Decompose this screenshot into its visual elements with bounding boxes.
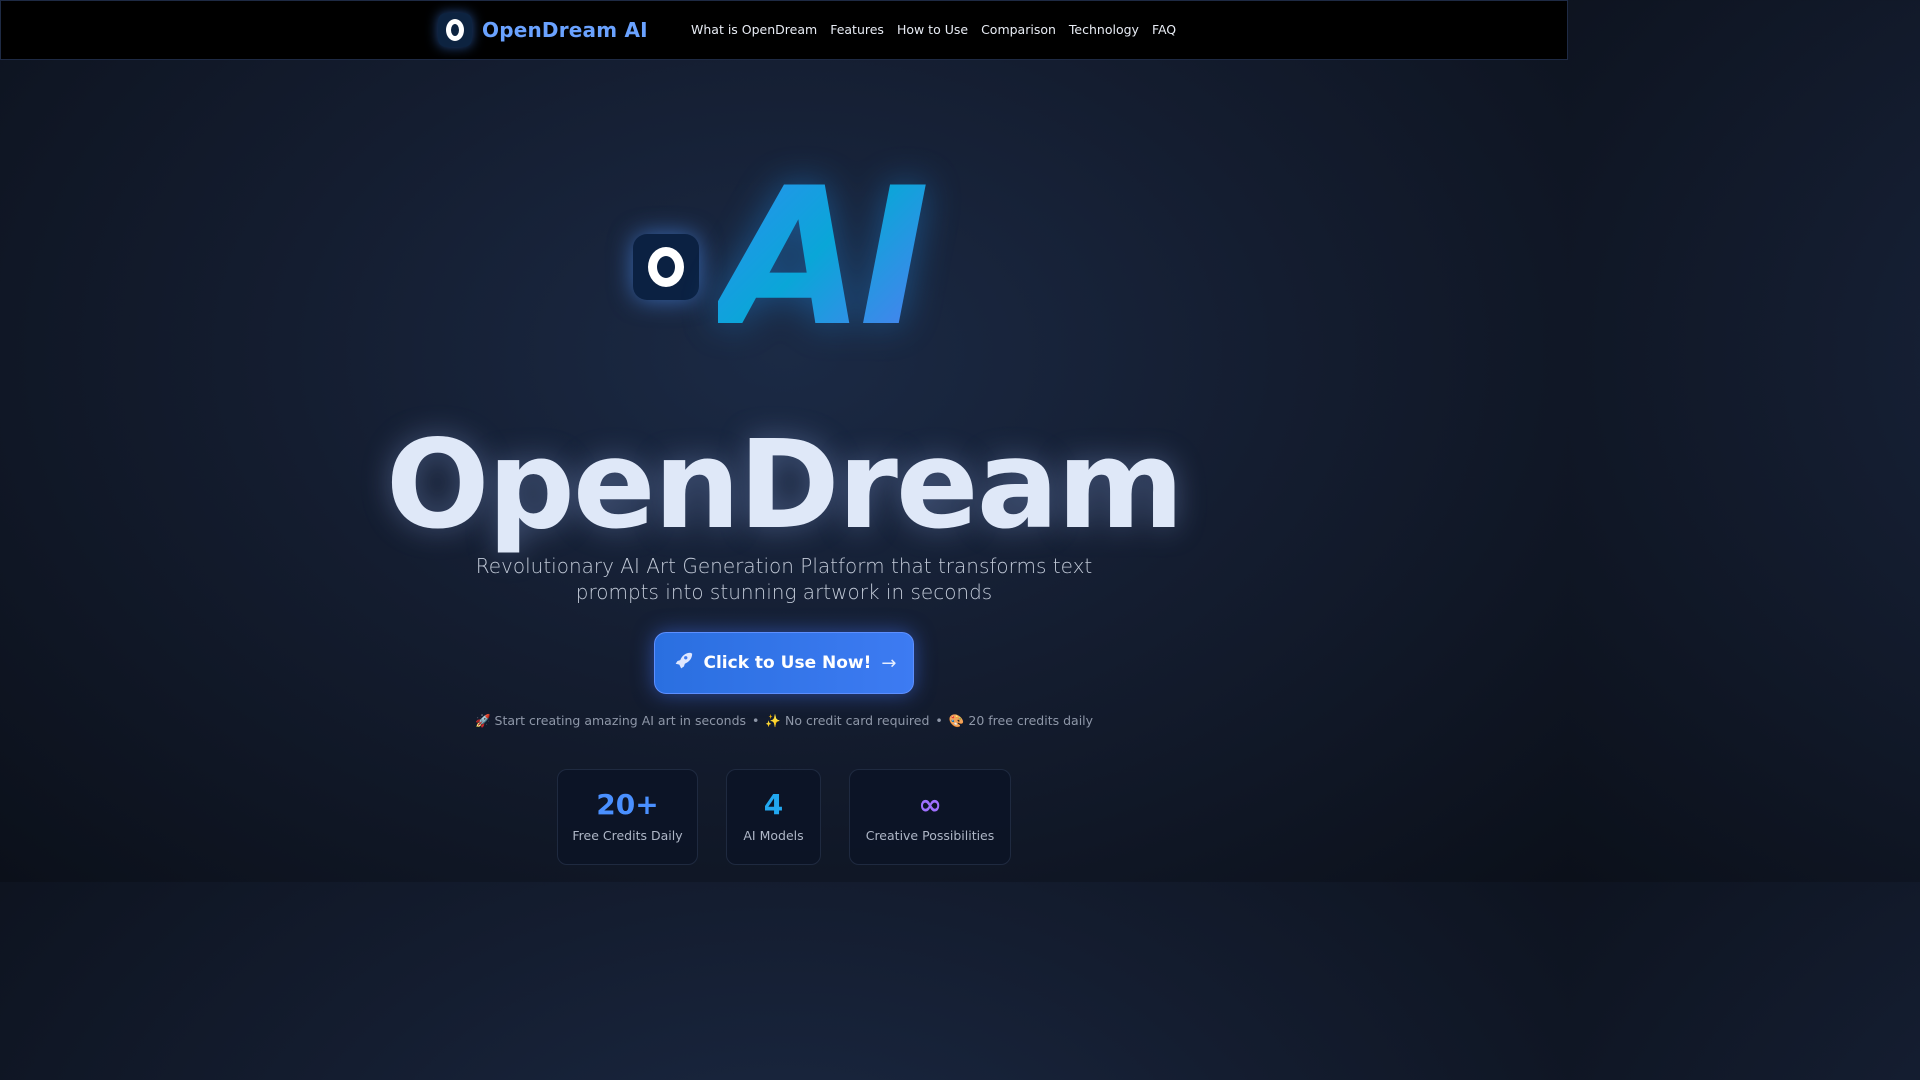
stat-card-models: 4 AI Models xyxy=(726,769,821,865)
hero-logo-icon xyxy=(633,234,699,300)
perks-line: 🚀 Start creating amazing AI art in second… xyxy=(0,713,1568,729)
nav-link-technology[interactable]: Technology xyxy=(1069,22,1139,37)
nav-link-faq[interactable]: FAQ xyxy=(1152,22,1176,37)
rocket-emoji-icon: 🚀 xyxy=(474,713,491,728)
arrow-right-icon: → xyxy=(881,652,897,674)
brand-name: OpenDream AI xyxy=(482,18,648,42)
sparkles-emoji-icon: ✨ xyxy=(765,713,781,728)
nav-link-what-is[interactable]: What is OpenDream xyxy=(691,22,817,37)
stat-value: 20+ xyxy=(596,788,659,821)
stat-label: AI Models xyxy=(743,828,804,843)
perk-separator: • xyxy=(935,713,943,728)
rocket-icon xyxy=(672,650,694,677)
perk-separator: • xyxy=(752,713,760,728)
hero-title: OpenDream xyxy=(385,414,1184,556)
nav-links: What is OpenDream Features How to Use Co… xyxy=(691,22,1176,37)
stat-card-credits: 20+ Free Credits Daily xyxy=(557,769,698,865)
stat-value: ∞ xyxy=(918,788,942,821)
nav-link-features[interactable]: Features xyxy=(830,22,884,37)
cta-button[interactable]: Click to Use Now! → xyxy=(654,632,914,694)
stat-label: Free Credits Daily xyxy=(572,828,683,843)
hero-ai-text: AI xyxy=(718,163,948,353)
brand[interactable]: OpenDream AI xyxy=(438,13,648,47)
stat-value: 4 xyxy=(763,788,784,821)
nav-link-comparison[interactable]: Comparison xyxy=(981,22,1056,37)
palette-emoji-icon: 🎨 xyxy=(948,713,965,728)
stat-label: Creative Possibilities xyxy=(865,828,995,843)
opendream-logo-icon xyxy=(438,13,472,47)
top-nav: OpenDream AI What is OpenDream Features … xyxy=(0,0,1568,60)
stat-card-possibilities: ∞ Creative Possibilities xyxy=(849,769,1011,865)
perk-item: 🚀 Start creating amazing AI art in second… xyxy=(474,713,747,728)
perk-item: 🎨 20 free credits daily xyxy=(948,713,1094,728)
nav-link-how-to-use[interactable]: How to Use xyxy=(897,22,968,37)
cta-label: Click to Use Now! xyxy=(703,653,872,673)
hero-subtitle: Revolutionary AI Art Generation Platform… xyxy=(475,554,1093,604)
perk-item: ✨ No credit card required xyxy=(765,713,930,728)
